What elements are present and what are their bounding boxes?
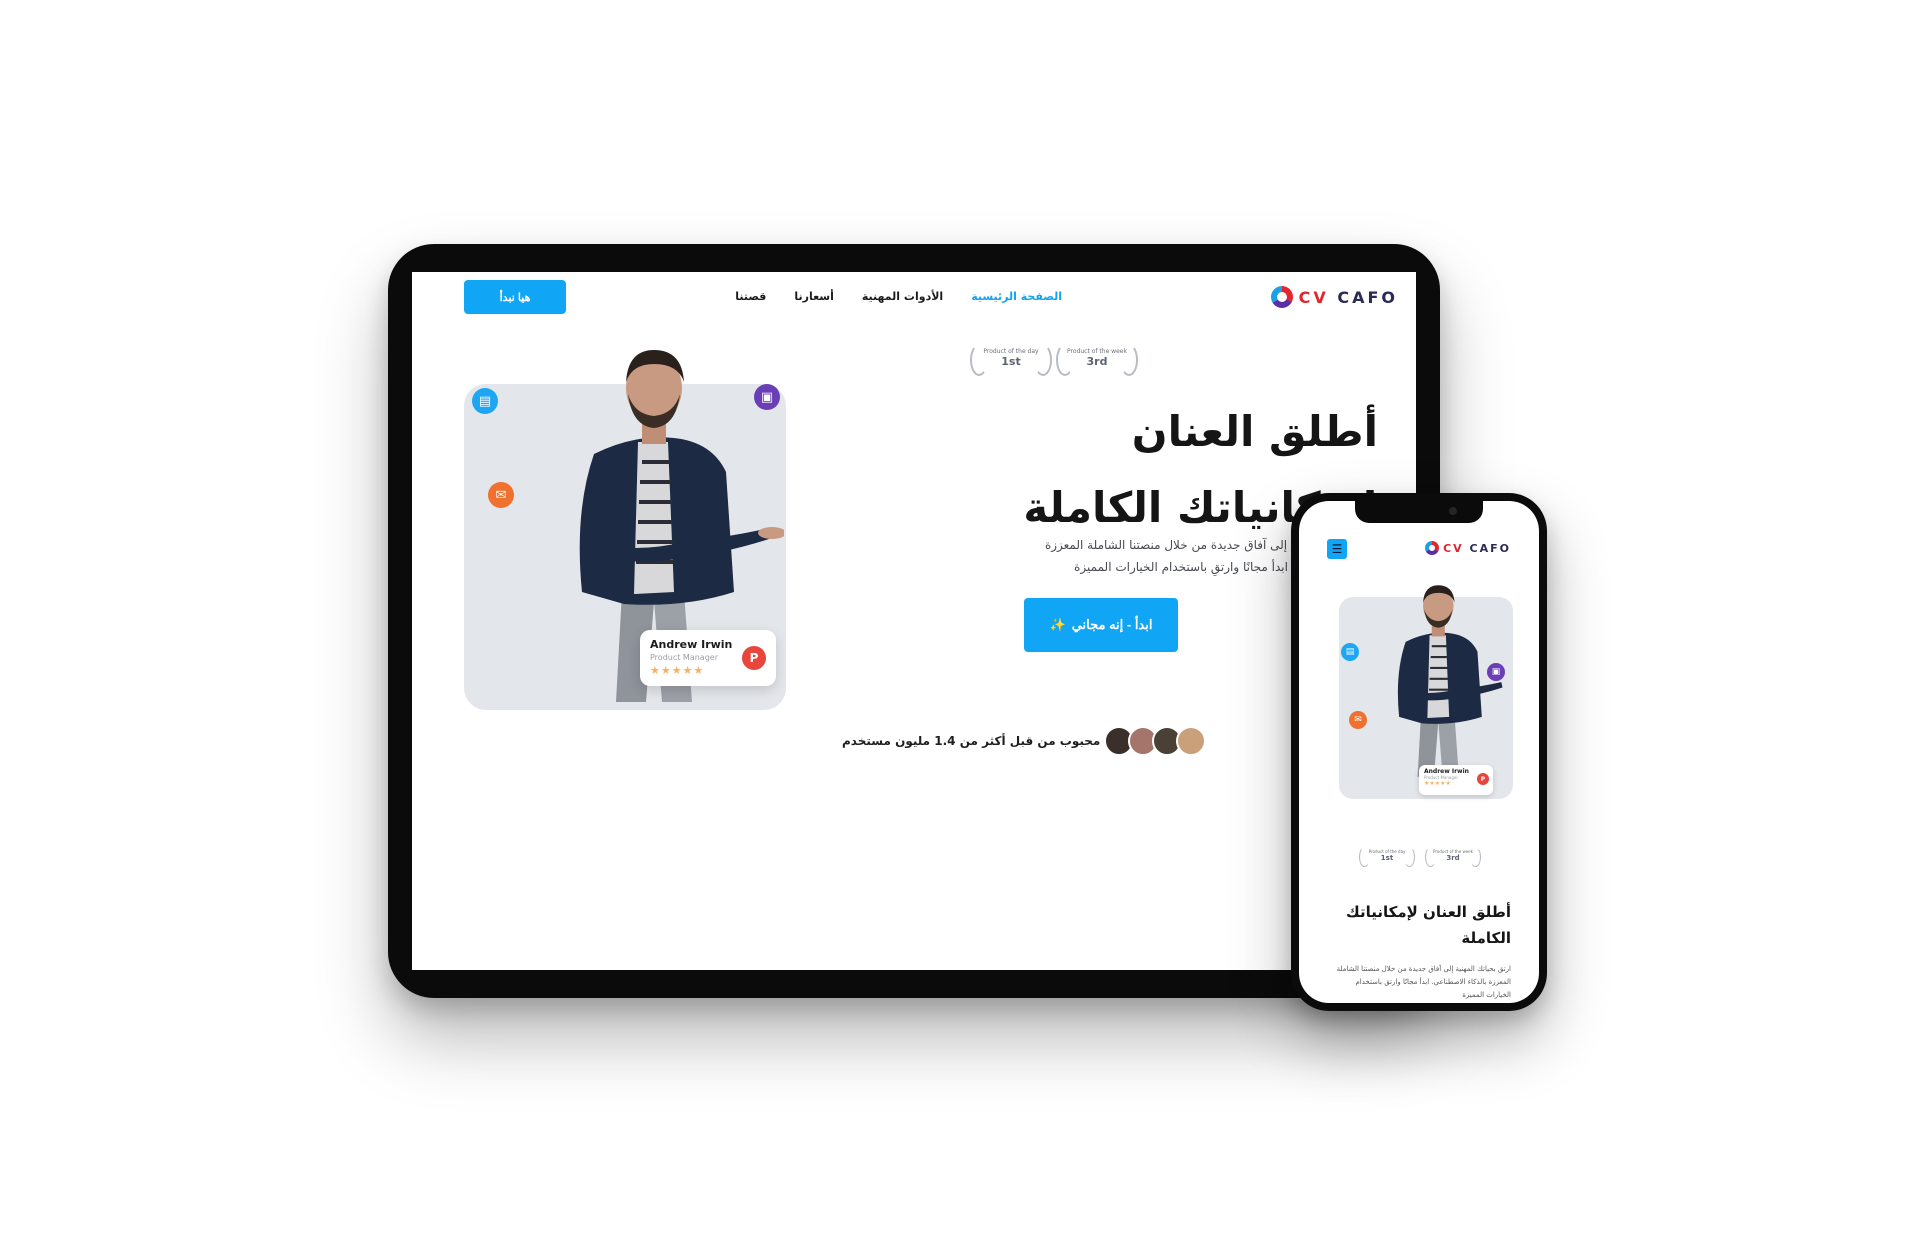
brand-logo[interactable]: CV CAFO [1270, 286, 1398, 308]
logo-icon [1425, 541, 1440, 555]
nav-item-home[interactable]: الصفحة الرئيسية [971, 290, 1062, 303]
company-logo-icon: P [1477, 773, 1489, 785]
document-icon: ▤ [472, 388, 498, 414]
hero-photo-card: ▤ ▣ ✉ Andrew Irwin Product Manager ★★★★★… [464, 350, 786, 710]
navbar: هيا نبدأ الصفحة الرئيسية الأدوات المهنية… [412, 272, 1416, 342]
nav-item-our-story[interactable]: قصتنا [735, 290, 766, 303]
phone-device: ☰ CV CAFO ▤ ▣ ✉ Andrew Irwin Product Man… [1291, 493, 1547, 1011]
nav-links: الصفحة الرئيسية الأدوات المهنية أسعارنا … [735, 290, 1062, 303]
phone-screen: ☰ CV CAFO ▤ ▣ ✉ Andrew Irwin Product Man… [1299, 501, 1539, 1003]
mail-icon: ✉ [1349, 711, 1367, 729]
phone-notch [1355, 501, 1483, 523]
badge-product-of-day: Product of the day 1st [966, 342, 1056, 378]
social-proof: محبوب من قبل أكثر من 1.4 مليون مستخدم [842, 726, 1207, 756]
phone-photo-card: ▤ ▣ ✉ Andrew Irwin Product Manager ★★★★★… [1339, 585, 1513, 799]
phone-hero-title: أطلق العنان لإمكانياتك الكاملة [1346, 903, 1511, 947]
logo-text: CV CAFO [1298, 287, 1398, 307]
sparkles-icon: ✨ [1049, 617, 1066, 632]
avatar [1176, 726, 1207, 756]
phone-badge-product-of-day: Product of the day 1st [1357, 845, 1417, 869]
logo-text: CV CAFO [1443, 541, 1511, 555]
nav-item-pricing[interactable]: أسعارنا [794, 290, 834, 303]
nav-item-career-tools[interactable]: الأدوات المهنية [862, 290, 943, 303]
get-started-button[interactable]: هيا نبدأ [464, 280, 566, 314]
start-free-button[interactable]: ✨ ابدأ - إنه مجاني [1024, 598, 1178, 652]
avatar-stack [1104, 726, 1207, 756]
start-free-label: ابدأ - إنه مجاني [1071, 617, 1153, 632]
loved-by-text: محبوب من قبل أكثر من 1.4 مليون مستخدم [842, 734, 1101, 748]
badge-product-of-week: Product of the week 3rd [1052, 342, 1142, 378]
mail-icon: ✉ [488, 482, 514, 508]
phone-hero-description: ارتق بحياتك المهنية إلى آفاق جديدة من خل… [1336, 965, 1511, 999]
monitor-icon: ▣ [754, 384, 780, 410]
hero-title-line-1: أطلق العنان [1131, 407, 1378, 456]
phone-brand-logo[interactable]: CV CAFO [1425, 541, 1511, 555]
person-photo [1397, 585, 1503, 777]
phone-profile-card: Andrew Irwin Product Manager ★★★★★ P [1419, 765, 1493, 795]
logo-icon [1270, 286, 1293, 308]
menu-icon[interactable]: ☰ [1327, 539, 1347, 559]
profile-card: Andrew Irwin Product Manager ★★★★★ P [640, 630, 776, 686]
company-logo-icon: P [742, 646, 766, 670]
phone-badge-product-of-week: Product of the week 3rd [1423, 845, 1483, 869]
tablet-screen: هيا نبدأ الصفحة الرئيسية الأدوات المهنية… [412, 272, 1416, 970]
monitor-icon: ▣ [1487, 663, 1505, 681]
document-icon: ▤ [1341, 643, 1359, 661]
tablet-device: هيا نبدأ الصفحة الرئيسية الأدوات المهنية… [388, 244, 1440, 998]
